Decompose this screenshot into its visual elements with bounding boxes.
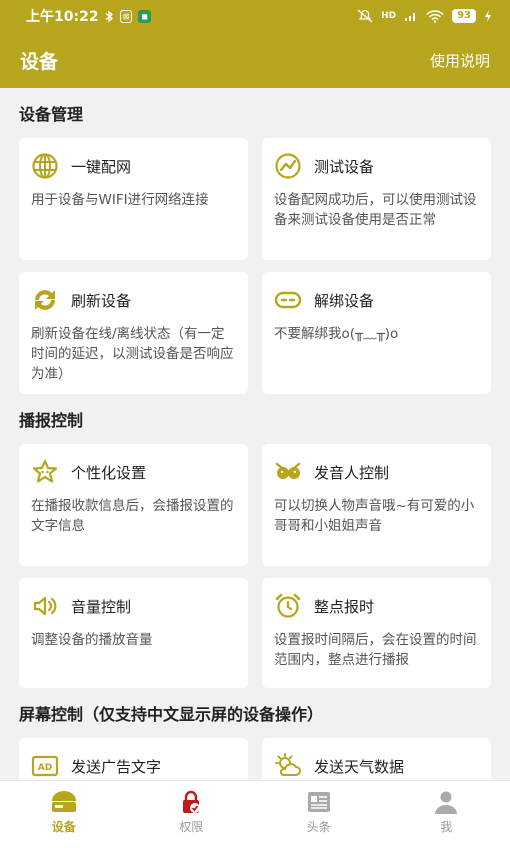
status-bar: 上午10:22 ⊠ ◼ HD 93 <box>0 0 510 32</box>
card-unbind-device[interactable]: 解绑设备 不要解绑我o(╥﹏╥)o <box>262 272 491 394</box>
card-title: 解绑设备 <box>314 291 375 310</box>
card-network-setup[interactable]: 一键配网 用于设备与WIFI进行网络连接 <box>19 138 248 260</box>
alarm-clock-icon <box>275 593 301 618</box>
card-title: 整点报时 <box>314 597 375 616</box>
card-refresh-device[interactable]: 刷新设备 刷新设备在线/离线状态（有一定时间的延迟，以测试设备是否响应为准） <box>19 272 248 394</box>
card-title: 一键配网 <box>71 157 132 176</box>
tab-device[interactable]: 设备 <box>0 781 128 850</box>
card-send-weather[interactable]: 发送天气数据 <box>262 738 491 780</box>
person-icon <box>435 791 458 814</box>
card-title: 音量控制 <box>71 597 132 616</box>
charging-icon <box>485 10 491 22</box>
app-notification-icon-2: ◼ <box>138 9 151 23</box>
card-desc: 不要解绑我o(╥﹏╥)o <box>274 326 399 342</box>
status-time: 上午10:22 <box>26 9 99 25</box>
svg-text:AD: AD <box>38 763 52 773</box>
globe-icon <box>32 153 58 179</box>
tab-label: 头条 <box>306 820 331 834</box>
battery-indicator: 93 <box>452 9 476 23</box>
card-desc: 可以切换人物声音哦~有可爱的小哥哥和小姐姐声音 <box>274 498 475 534</box>
tab-label: 权限 <box>179 820 204 834</box>
card-volume-control[interactable]: 音量控制 调整设备的播放音量 <box>19 578 248 688</box>
card-desc: 在播报收款信息后，会播报设置的文字信息 <box>31 498 234 534</box>
volume-icon <box>33 596 57 616</box>
unlink-icon <box>274 291 302 309</box>
wifi-icon <box>426 9 444 23</box>
bluetooth-icon <box>105 10 113 22</box>
news-icon <box>307 792 330 812</box>
tab-label: 设备 <box>51 820 76 834</box>
card-title: 个性化设置 <box>71 463 147 482</box>
content-scroll[interactable]: 设备管理 一键配网 用于设备与WIFI进行网络连接 测试设备 设备配网成功后，可… <box>0 88 510 780</box>
sparkle-star-icon <box>32 459 58 483</box>
card-send-ad-text[interactable]: AD 发送广告文字 <box>19 738 248 780</box>
bottom-tab-bar: 设备 权限 头条 我 <box>0 780 510 850</box>
characters-icon <box>275 462 301 479</box>
weather-icon <box>275 753 301 776</box>
tab-permission[interactable]: 权限 <box>128 781 256 850</box>
card-title: 测试设备 <box>314 157 375 176</box>
card-hourly-chime[interactable]: 整点报时 设置报时间隔后，会在设置的时间范围内，整点进行播报 <box>262 578 491 688</box>
section-title-device-management: 设备管理 <box>19 105 84 124</box>
tab-label: 我 <box>440 820 453 834</box>
device-icon <box>51 791 76 812</box>
help-link[interactable]: 使用说明 <box>430 50 490 71</box>
app-notification-icon: ⊠ <box>119 9 133 23</box>
card-desc: 设备配网成功后，可以使用测试设备来测试设备使用是否正常 <box>274 192 477 228</box>
cell-signal-icon <box>405 13 416 21</box>
lock-icon <box>183 790 201 813</box>
card-personalization[interactable]: 个性化设置 在播报收款信息后，会播报设置的文字信息 <box>19 444 248 566</box>
refresh-icon <box>35 290 55 310</box>
page-title: 设备 <box>20 50 59 73</box>
ad-icon: AD <box>31 755 59 777</box>
card-title: 发音人控制 <box>314 463 390 482</box>
app-bar: 设备 使用说明 <box>0 32 510 88</box>
card-voice-control[interactable]: 发音人控制 可以切换人物声音哦~有可爱的小哥哥和小姐姐声音 <box>262 444 491 566</box>
card-desc: 设置报时间隔后，会在设置的时间范围内，整点进行播报 <box>274 632 477 668</box>
tab-me[interactable]: 我 <box>383 781 510 850</box>
chart-line-icon <box>275 153 301 179</box>
card-title: 发送天气数据 <box>314 757 405 776</box>
card-desc: 调整设备的播放音量 <box>31 632 153 648</box>
tab-headlines[interactable]: 头条 <box>255 781 383 850</box>
card-test-device[interactable]: 测试设备 设备配网成功后，可以使用测试设备来测试设备使用是否正常 <box>262 138 491 260</box>
card-title: 发送广告文字 <box>71 757 162 776</box>
mute-icon <box>357 9 373 23</box>
card-desc: 用于设备与WIFI进行网络连接 <box>31 192 209 208</box>
signal-hd-label: HD <box>381 10 397 21</box>
card-desc: 刷新设备在线/离线状态（有一定时间的延迟，以测试设备是否响应为准） <box>31 326 234 382</box>
card-title: 刷新设备 <box>71 291 132 310</box>
section-title-screen-control: 屏幕控制（仅支持中文显示屏的设备操作） <box>19 705 324 724</box>
section-title-broadcast-control: 播报控制 <box>19 411 84 430</box>
